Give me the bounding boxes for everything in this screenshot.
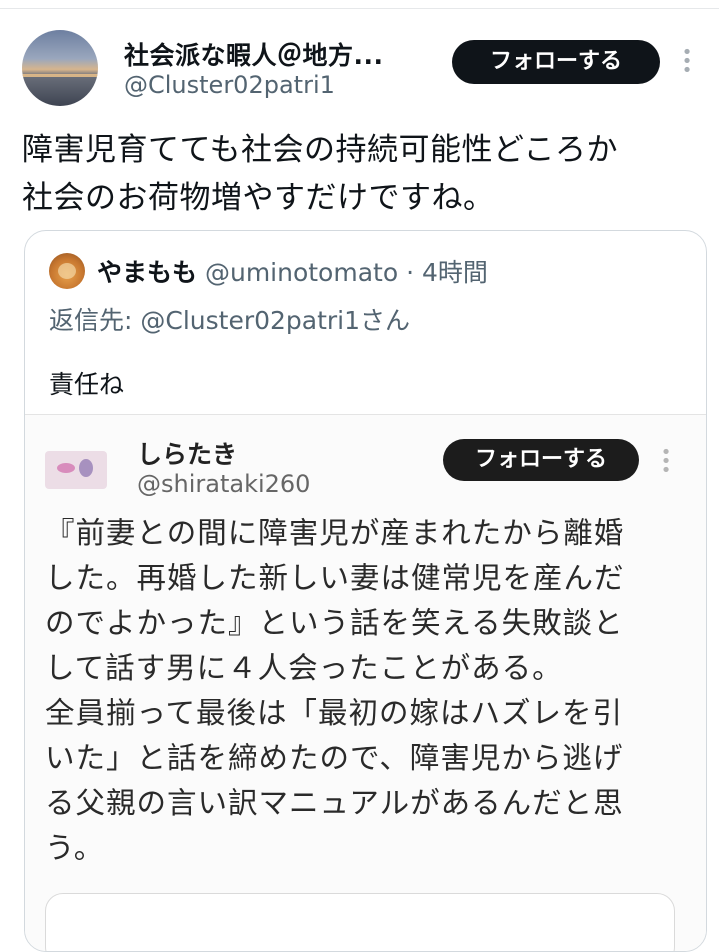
quote-separator: · (398, 258, 422, 287)
embedded-text-line: 全員揃って最後は「最初の嫁はハズレを引 (45, 696, 624, 730)
quote-author-handle: @uminotomato (204, 258, 399, 287)
top-divider (0, 8, 719, 9)
embedded-avatar (45, 451, 107, 489)
embedded-text-line: のでよかった』という話を笑える失敗談と (45, 606, 624, 640)
avatar-blot (57, 463, 75, 473)
tweet-text: 障害児育てても社会の持続可能性どころか 社会のお荷物増やすだけですね。 (22, 126, 712, 222)
quote-author-name: やまもも (97, 258, 198, 287)
quote-text: 責任ね (49, 370, 125, 399)
embedded-nested-card (45, 893, 675, 951)
embedded-follow-button: フォローする (443, 439, 639, 481)
quote-author-avatar (49, 253, 85, 289)
more-options-icon[interactable]: • • • (680, 44, 694, 80)
author-name[interactable]: 社会派な暇人＠地方... (124, 36, 384, 72)
avatar-horizon (22, 74, 98, 77)
embedded-author-handle: @shirataki260 (137, 470, 311, 498)
avatar-blot (79, 459, 93, 477)
embedded-screenshot: しらたき @shirataki260 フォローする • • • 『前妻との間に障害児… (25, 414, 706, 951)
author-handle[interactable]: @Cluster02patri1 (124, 71, 335, 99)
embedded-more-icon: • • • (660, 442, 672, 481)
embedded-text-line: う。 (45, 831, 105, 865)
embedded-text: 『前妻との間に障害児が産まれたから離婚 した。再婚した新しい妻は健常児を産んだ … (45, 511, 685, 871)
tweet-text-line: 社会のお荷物増やすだけですね。 (22, 180, 495, 216)
embedded-text-line: いた」と話を締めたので、障害児から逃げ (45, 741, 624, 775)
embedded-text-line: して話す男に４人会ったことがある。 (45, 651, 563, 685)
tweet-text-line: 障害児育てても社会の持続可能性どころか (22, 132, 619, 168)
follow-button[interactable]: フォローする (452, 40, 660, 84)
embedded-text-line: る父親の言い訳マニュアルがあるんだと思 (45, 786, 624, 820)
quote-header: やまもも @uminotomato · 4時間 (97, 253, 488, 289)
embedded-author-name: しらたき (137, 440, 238, 469)
quote-time: 4時間 (421, 258, 488, 287)
embedded-text-line: 『前妻との間に障害児が産まれたから離婚 (45, 516, 625, 550)
quoted-tweet[interactable]: やまもも @uminotomato · 4時間 返信先: @Cluster02p… (24, 230, 707, 952)
embedded-text-line: した。再婚した新しい妻は健常児を産んだ (45, 561, 625, 595)
quote-reply-to: 返信先: @Cluster02patri1さん (49, 306, 411, 335)
author-avatar[interactable] (22, 30, 98, 106)
